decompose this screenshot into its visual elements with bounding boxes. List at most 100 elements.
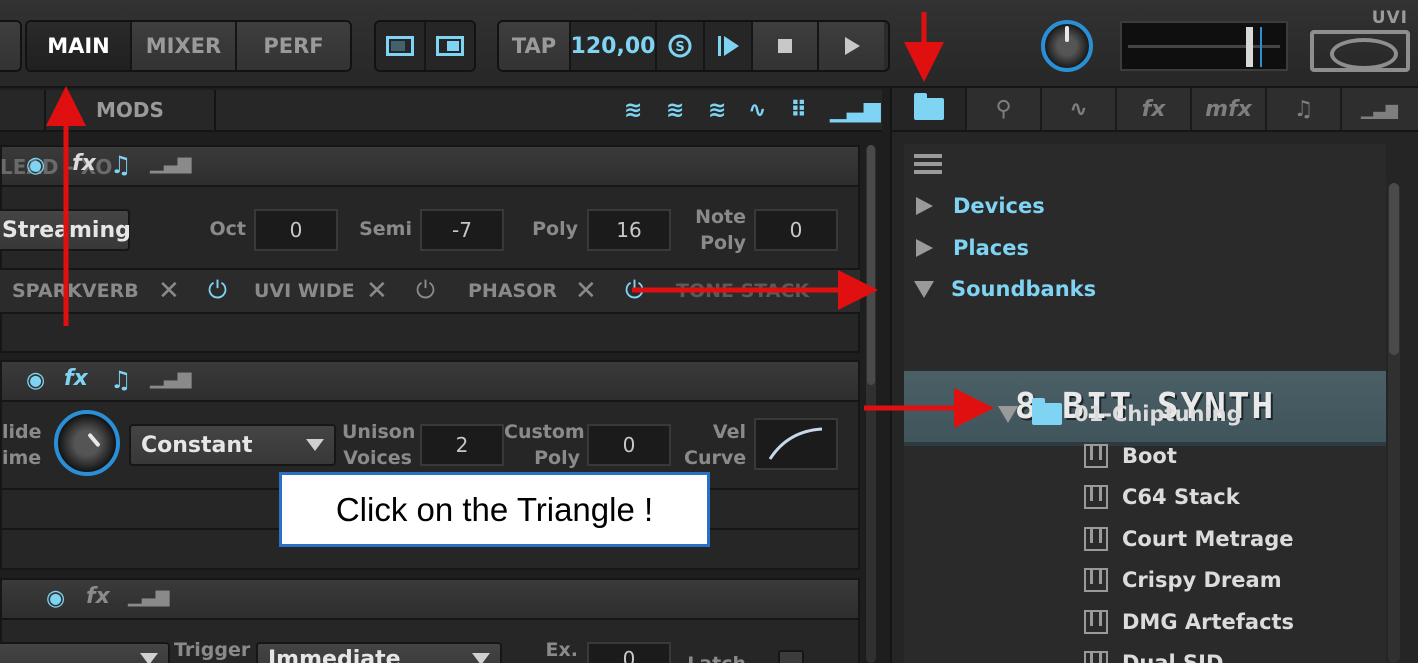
tab-fx[interactable]: fx <box>1117 88 1192 130</box>
ex-field[interactable]: 0 <box>587 642 671 663</box>
target-icon[interactable]: ◉ <box>26 368 45 393</box>
play-from-start-button[interactable] <box>705 22 753 70</box>
fx-phasor[interactable]: PHASOR <box>468 280 557 302</box>
semi-label: Semi <box>359 218 412 240</box>
chevron-down-icon <box>140 653 158 663</box>
tab-mixer[interactable]: MIXER <box>132 22 237 70</box>
preset-label: Boot <box>1122 444 1177 468</box>
trigger-dropdown[interactable]: Immediate <box>256 642 502 663</box>
streaming-label: Streaming <box>2 217 131 243</box>
logo-text: UVI <box>1371 8 1408 28</box>
ex-label: Ex. <box>545 639 578 661</box>
fx-icon[interactable]: fx <box>72 151 96 176</box>
waveform-icon[interactable]: ∿ <box>748 98 766 123</box>
collapse-triangle-icon[interactable] <box>998 405 1018 423</box>
power-tone-stack-icon[interactable]: ⏻ <box>625 276 644 304</box>
fx-icon[interactable]: fx <box>86 584 110 609</box>
fx-tone-stack[interactable]: TONE STACK <box>676 280 809 302</box>
tab-main[interactable]: MAIN <box>27 22 132 70</box>
uvi-logo: UVI <box>1308 8 1412 74</box>
tab-bars[interactable]: ▁▃▆ <box>1342 88 1417 130</box>
tab-music[interactable]: ♫ <box>1267 88 1342 130</box>
fx-uvi-wide[interactable]: UVI WIDE <box>254 280 355 302</box>
note-poly-field[interactable]: 0 <box>754 209 838 251</box>
piano-icon <box>1084 444 1108 468</box>
tree-item-soundbanks[interactable]: Soundbanks <box>904 269 1386 309</box>
bars-icon[interactable]: ▁▃▆ <box>830 98 881 123</box>
tab-perf[interactable]: PERF <box>237 22 350 70</box>
layers-stack-icon[interactable]: ≋ <box>708 98 726 123</box>
grid-icon[interactable]: ⠿ <box>790 98 807 123</box>
fx-icon[interactable]: fx <box>64 366 88 391</box>
tempo-field[interactable]: 120,00 <box>571 22 657 70</box>
poly-field[interactable]: 16 <box>587 209 671 251</box>
tab-mfx[interactable]: mfx <box>1192 88 1267 130</box>
power-phasor-icon[interactable]: ⏻ <box>416 276 435 304</box>
preset-item[interactable]: Court Metrage <box>904 519 1386 559</box>
menu-icon[interactable] <box>914 154 942 178</box>
tree-item-folder[interactable]: 01-Chiptuning <box>904 394 1386 434</box>
bars-icon[interactable]: ▁▃▆ <box>128 586 170 607</box>
piano-icon <box>1084 610 1108 634</box>
layer-panel-1: LEAD - XO ◉ fx ♫ ▁▃▆ Streaming Oct 0 Sem… <box>0 145 860 353</box>
left-cut-button[interactable] <box>0 20 22 72</box>
glide-mode-dropdown[interactable]: Constant <box>129 424 336 466</box>
oct-field[interactable]: 0 <box>254 209 338 251</box>
remove-phasor-icon[interactable]: ✕ <box>575 276 597 306</box>
fader-track <box>1128 45 1280 48</box>
bars-icon[interactable]: ▁▃▆ <box>150 153 192 174</box>
note-icon[interactable]: ♫ <box>110 366 132 394</box>
stop-icon <box>778 39 792 53</box>
preset-item[interactable]: Boot <box>904 436 1386 476</box>
bars-icon[interactable]: ▁▃▆ <box>150 368 192 389</box>
unison-voices-field[interactable]: 2 <box>420 424 504 466</box>
custom-poly-field[interactable]: 0 <box>587 424 671 466</box>
layers-alt-icon[interactable]: ≋ <box>666 98 684 123</box>
tree-item-places[interactable]: Places <box>904 228 1386 268</box>
preset-item[interactable]: C64 Stack <box>904 477 1386 517</box>
note-icon[interactable]: ♫ <box>110 151 132 179</box>
fx-sparkverb[interactable]: SPARKVERB <box>12 280 139 302</box>
layout-right-button[interactable] <box>426 22 474 70</box>
collapse-triangle-icon[interactable] <box>914 280 934 298</box>
semi-field[interactable]: -7 <box>420 209 504 251</box>
remove-uvi-wide-icon[interactable]: ✕ <box>366 276 388 306</box>
svg-text:S: S <box>675 40 684 55</box>
tab-search[interactable]: ⚲ <box>967 88 1042 130</box>
piano-icon <box>1084 527 1108 551</box>
browser-scrollbar[interactable] <box>1388 183 1400 663</box>
master-fader[interactable] <box>1120 21 1288 71</box>
mfx-icon: mfx <box>1205 96 1252 122</box>
sync-button[interactable]: S <box>657 22 705 70</box>
tab-waveform[interactable]: ∿ <box>1042 88 1117 130</box>
layer3-dropdown[interactable] <box>0 642 170 663</box>
tab-mods[interactable]: MODS <box>44 90 216 130</box>
layers-icon[interactable]: ≋ <box>624 98 642 123</box>
chevron-down-icon <box>472 653 490 663</box>
expand-triangle-icon[interactable] <box>916 197 933 215</box>
master-volume-knob[interactable] <box>1041 20 1093 72</box>
editor-scrollbar[interactable] <box>866 145 876 663</box>
fader-marker <box>1260 27 1262 67</box>
play-button[interactable] <box>819 22 884 70</box>
note-poly-label-1: Note <box>695 206 746 228</box>
fader-cap[interactable] <box>1246 27 1253 67</box>
tree-item-devices[interactable]: Devices <box>904 186 1386 226</box>
target-icon[interactable]: ◉ <box>26 153 45 178</box>
glide-time-knob[interactable] <box>54 410 120 476</box>
tap-button[interactable]: TAP <box>499 22 571 70</box>
preset-item[interactable]: DMG Artefacts <box>904 602 1386 642</box>
layout-left-button[interactable] <box>376 22 426 70</box>
layer-header-3: ◉ fx ▁▃▆ <box>2 580 858 620</box>
latch-checkbox[interactable] <box>778 650 804 663</box>
stop-button[interactable] <box>753 22 819 70</box>
tab-folder[interactable] <box>892 88 967 130</box>
preset-item[interactable]: Dual SID <box>904 643 1386 663</box>
streaming-dropdown[interactable]: Streaming <box>0 209 131 251</box>
vel-curve-editor[interactable] <box>754 418 838 470</box>
preset-item[interactable]: Crispy Dream <box>904 560 1386 600</box>
remove-sparkverb-icon[interactable]: ✕ <box>158 276 180 306</box>
expand-triangle-icon[interactable] <box>916 239 933 257</box>
target-icon[interactable]: ◉ <box>46 586 65 611</box>
power-uvi-wide-icon[interactable]: ⏻ <box>208 276 227 304</box>
